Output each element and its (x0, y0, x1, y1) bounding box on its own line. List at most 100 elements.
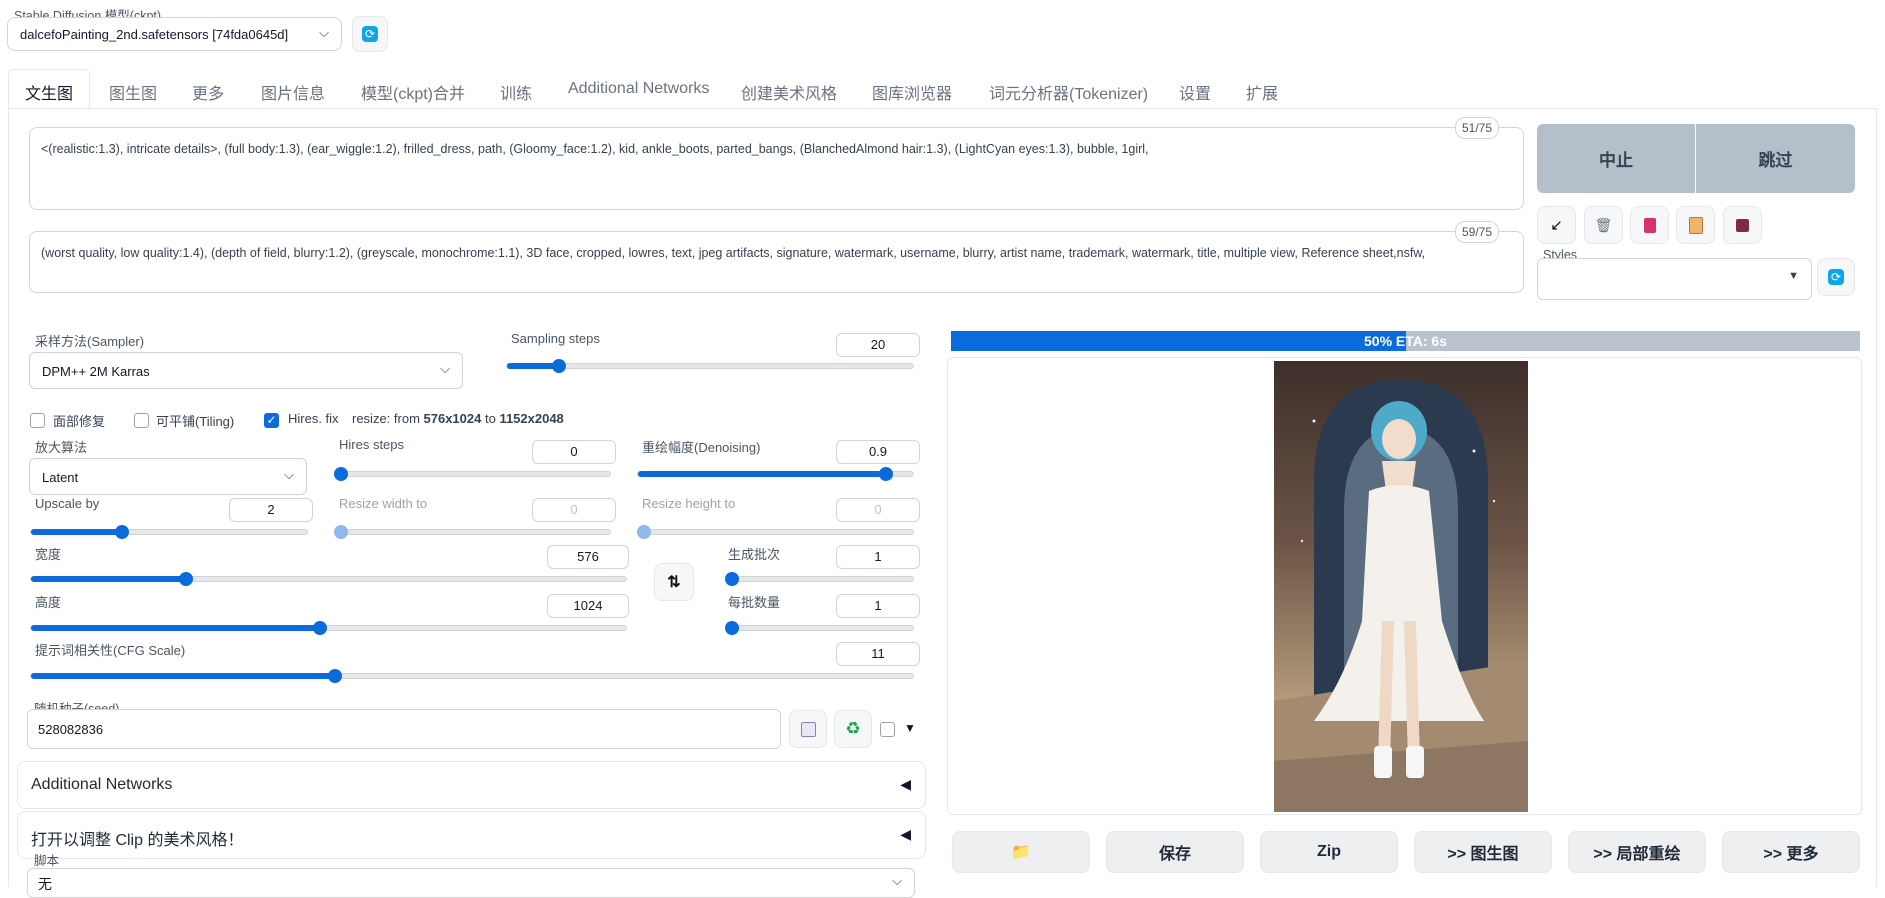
tiling-checkbox[interactable] (134, 413, 149, 428)
read-params-button[interactable]: ↙ (1537, 206, 1576, 244)
refresh-styles-button[interactable]: ⟳ (1817, 258, 1855, 296)
hires-fix-checkbox[interactable]: ✓ (264, 413, 279, 428)
send-to-extras-button[interactable]: >> 更多 (1722, 831, 1860, 873)
styles-dropdown[interactable]: ▼ (1537, 258, 1812, 300)
positive-prompt-input[interactable]: <(realistic:1.3), intricate details>, (f… (29, 127, 1524, 210)
width-label: 宽度 (35, 547, 62, 562)
batch-size-label: 每批数量 (728, 595, 781, 610)
swap-dimensions-button[interactable]: ⇅ (654, 563, 694, 601)
dice-icon (800, 721, 816, 737)
tab-image-browser[interactable]: 图库浏览器 (872, 80, 952, 104)
tab-png-info[interactable]: 图片信息 (261, 80, 325, 104)
tab-extras[interactable]: 更多 (192, 80, 224, 104)
sampler-label: 采样方法(Sampler) (35, 334, 145, 349)
steps-label: Sampling steps (511, 331, 600, 346)
arrow-icon: ↙ (1550, 217, 1563, 234)
chevron-down-icon: ⌵ (319, 25, 329, 40)
steps-input[interactable]: 20 (836, 333, 920, 357)
additional-networks-title: Additional Networks (31, 776, 173, 793)
upscaler-dropdown[interactable]: Latent ⌵ (29, 458, 307, 495)
save-style-button[interactable] (1723, 206, 1762, 244)
height-slider[interactable] (30, 621, 627, 635)
zip-button[interactable]: Zip (1260, 831, 1398, 873)
trash-icon: 🗑 (1594, 216, 1613, 233)
tab-img2img[interactable]: 图生图 (109, 80, 157, 104)
negative-prompt-input[interactable]: (worst quality, low quality:1.4), (depth… (29, 231, 1524, 293)
random-seed-button[interactable] (789, 710, 827, 748)
recycle-icon: ♻ (845, 719, 861, 738)
model-dropdown[interactable]: dalcefoPainting_2nd.safetensors [74fda06… (7, 17, 342, 51)
tab-extensions[interactable]: 扩展 (1246, 80, 1278, 104)
slider-thumb[interactable] (334, 467, 348, 481)
clear-prompt-button[interactable]: 🗑 (1584, 206, 1623, 244)
width-input[interactable]: 576 (547, 545, 629, 569)
negative-token-counter: 59/75 (1455, 221, 1500, 243)
cfg-slider[interactable] (30, 669, 914, 683)
script-dropdown[interactable]: 无 ⌵ (27, 868, 915, 898)
positive-token-counter: 51/75 (1455, 117, 1500, 139)
preview-image[interactable] (1274, 361, 1528, 812)
tab-txt2img[interactable]: 文生图 (25, 80, 73, 104)
send-to-inpaint-button[interactable]: >> 局部重绘 (1568, 831, 1706, 873)
slider-fill (31, 529, 123, 535)
slider-thumb[interactable] (725, 621, 739, 635)
open-folder-button[interactable]: 📁 (952, 831, 1090, 873)
reuse-seed-button[interactable]: ♻ (834, 710, 872, 748)
batch-size-input[interactable]: 1 (836, 594, 920, 618)
slider-thumb[interactable] (878, 467, 893, 481)
height-input[interactable]: 1024 (547, 594, 629, 618)
cfg-input[interactable]: 11 (836, 642, 920, 666)
width-slider[interactable] (30, 572, 627, 586)
batch-count-input[interactable]: 1 (836, 545, 920, 569)
upscale-by-input[interactable]: 2 (229, 498, 313, 522)
slider-thumb[interactable] (334, 525, 348, 539)
tab-checkpoint-merger[interactable]: 模型(ckpt)合并 (361, 80, 465, 104)
refresh-model-button[interactable]: ⟳ (352, 16, 388, 52)
batch-count-slider[interactable] (725, 572, 914, 586)
batch-count-label: 生成批次 (728, 547, 781, 562)
save-button[interactable]: 保存 (1106, 831, 1244, 873)
resize-width-slider[interactable] (334, 525, 611, 539)
panel-border-left (8, 109, 9, 887)
resize-height-input[interactable]: 0 (836, 498, 920, 522)
seed-input[interactable]: 528082836 (27, 709, 781, 749)
extra-seed-checkbox[interactable] (880, 722, 895, 737)
slider-thumb[interactable] (328, 669, 343, 683)
steps-slider[interactable] (506, 359, 914, 373)
face-restore-checkbox[interactable] (30, 413, 45, 428)
hires-steps-input[interactable]: 0 (532, 440, 616, 464)
denoising-input[interactable]: 0.9 (836, 440, 920, 464)
hires-steps-slider[interactable] (334, 467, 611, 481)
slider-thumb[interactable] (725, 572, 739, 586)
sampler-dropdown[interactable]: DPM++ 2M Karras ⌵ (29, 352, 463, 389)
interrupt-button[interactable]: 中止 (1537, 124, 1695, 193)
send-to-img2img-button[interactable]: >> 图生图 (1414, 831, 1552, 873)
resize-to: 1152x2048 (499, 411, 564, 426)
slider-thumb[interactable] (637, 525, 651, 539)
tab-train[interactable]: 训练 (500, 80, 532, 104)
slider-fill (31, 576, 186, 582)
slider-thumb[interactable] (312, 621, 327, 635)
apply-style-button[interactable] (1676, 206, 1715, 244)
upscale-by-slider[interactable] (30, 525, 308, 539)
extra-seed-toggle-icon[interactable]: ▼ (904, 721, 916, 735)
panel-border-right (1876, 109, 1877, 887)
tab-additional-networks[interactable]: Additional Networks (568, 80, 709, 98)
resize-to-word: to (481, 411, 500, 426)
folder-icon: 📁 (1011, 844, 1031, 861)
slider-thumb[interactable] (551, 359, 566, 373)
denoising-slider[interactable] (637, 467, 914, 481)
slider-thumb[interactable] (178, 572, 193, 586)
resize-width-input[interactable]: 0 (532, 498, 616, 522)
extra-networks-button[interactable] (1630, 206, 1669, 244)
tab-settings[interactable]: 设置 (1179, 80, 1211, 104)
batch-size-slider[interactable] (725, 621, 914, 635)
tab-create-aesthetic[interactable]: 创建美术风格 (741, 80, 837, 104)
resize-height-slider[interactable] (637, 525, 914, 539)
hires-steps-label: Hires steps (339, 437, 405, 452)
slider-thumb[interactable] (115, 525, 130, 539)
additional-networks-accordion[interactable]: Additional Networks ◀ (17, 761, 926, 809)
skip-button[interactable]: 跳过 (1696, 124, 1855, 193)
clip-aesthetic-accordion[interactable]: 打开以调整 Clip 的美术风格！ ◀ (17, 811, 926, 859)
tab-tokenizer[interactable]: 词元分析器(Tokenizer) (989, 80, 1148, 104)
